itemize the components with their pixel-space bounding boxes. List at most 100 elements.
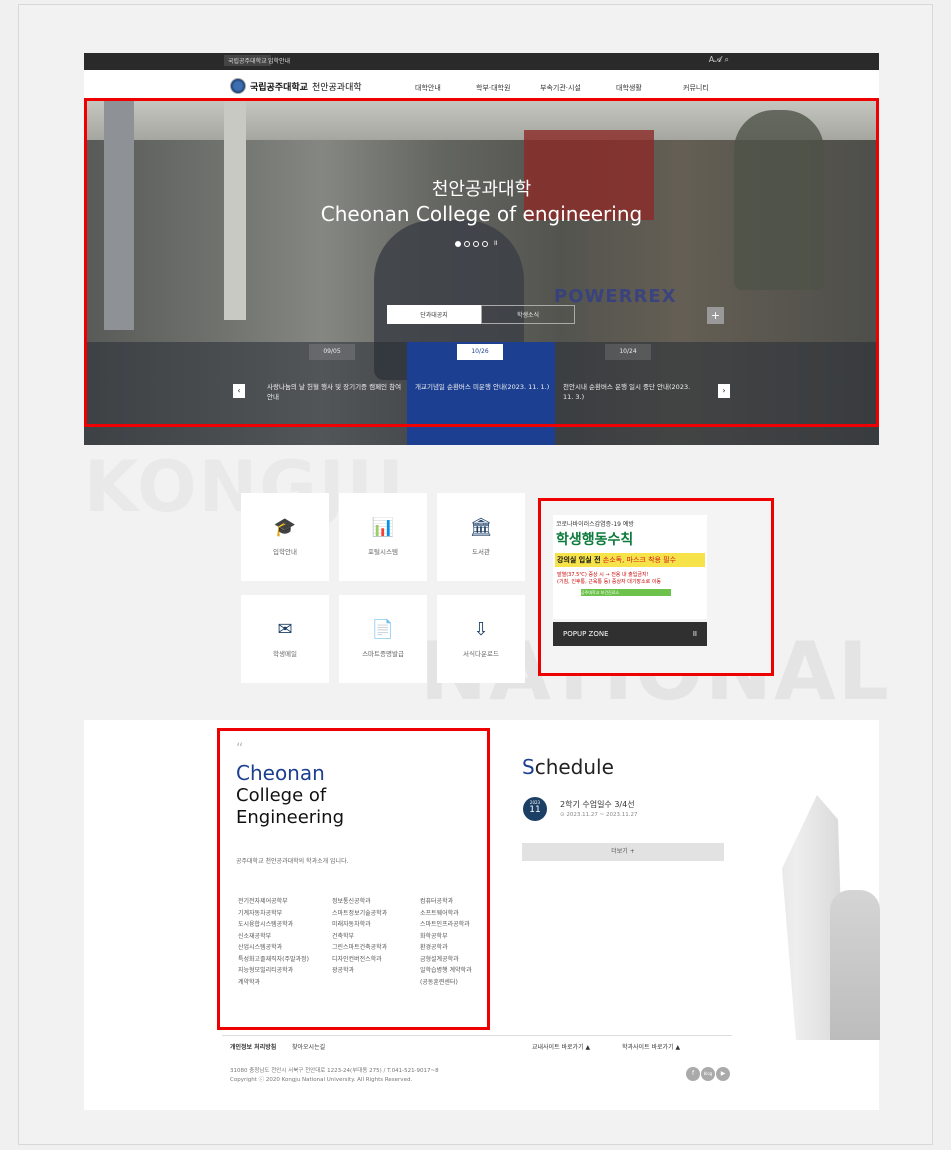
highlight-box-hero [84,98,879,427]
department-link[interactable]: 금형설계공학과 [420,954,472,966]
popup-tag: 공주대학교 보건진료소 [581,589,671,596]
footer-copyright: Copyright ⓒ 2020 Kongju National Univers… [230,1077,413,1083]
quicklink-student-mail[interactable]: ✉ 학생메일 [241,595,329,683]
schedule-title: Schedule [522,755,614,779]
popup-banner[interactable]: 코로나바이러스감염증-19 예방 학생행동수칙 강의실 입실 전 손소독, 마스… [553,515,707,619]
download-icon: ⇩ [473,619,489,640]
utility-link-admission[interactable]: 입학안내 [268,56,290,65]
menu-departments[interactable]: 학부·대학원 [476,83,510,93]
logo-college-name: 천안공과대학 [311,82,362,93]
popup-zone-label: POPUP ZONE [563,630,609,638]
quicklink-label: 도서관 [472,548,490,556]
schedule-period: ⊙ 2023.11.27 ~ 2023.11.27 [560,812,638,818]
popup-small-title: 코로나바이러스감염증-19 예방 [556,521,634,528]
footer-address-line: 31080 충청남도 천안시 서북구 천안대로 1223-24(부대동 275)… [230,1068,439,1074]
department-link[interactable]: 스마트정보기술공학과 [332,908,387,920]
active-notice-tail [407,427,555,445]
popup-footer: POPUP ZONE II [553,622,707,646]
schedule-month: 11 [529,805,541,815]
department-link[interactable]: 컴퓨터공학과 [420,896,472,908]
department-link[interactable]: 전기전자제어공학부 [238,896,309,908]
department-link[interactable]: 광공학과 [332,965,387,977]
department-column-1: 전기전자제어공학부 기계자동차공학부 도시융합시스템공학과 신소재공학부 산업시… [238,896,309,988]
popup-rule-b: 손소독, 마스크 착용 필수 [602,556,677,564]
footer-divider [222,1035,732,1036]
youtube-icon[interactable]: ▶ [716,1067,730,1081]
library-icon: 🏛 [469,517,493,538]
menu-campus-life[interactable]: 대학생활 [616,83,642,93]
department-link[interactable]: 기계자동차공학부 [238,908,309,920]
department-link[interactable]: 계약학과 [238,977,309,989]
college-departments-box: “ Cheonan College of Engineering 공주대학교 천… [217,728,490,1030]
schedule-title-initial: S [522,755,535,779]
quicklink-label: 스마트증명발급 [362,650,404,658]
department-link[interactable]: 산업시스템공학과 [238,942,309,954]
popup-rule: 강의실 입실 전 손소독, 마스크 착용 필수 [555,553,705,567]
facebook-icon[interactable]: f [686,1067,700,1081]
college-title-rest: College of Engineering [236,785,344,829]
mail-icon: ✉ [277,619,293,640]
footer-address: 31080 충청남도 천안시 서북구 천안대로 1223-24(부대동 275)… [230,1067,439,1085]
menu-about[interactable]: 대학안내 [415,83,441,93]
schedule-more-button[interactable]: 더보기 + [522,843,724,861]
college-title-line3: Engineering [236,807,344,828]
popup-rule-a: 강의실 입실 전 [557,556,601,564]
popup-pause-button[interactable]: II [693,622,697,646]
quicklink-forms-download[interactable]: ⇩ 서식다운로드 [437,595,525,683]
quicklink-admission[interactable]: 🎓 입학안내 [241,493,329,581]
menu-facilities[interactable]: 부속기관·시설 [540,83,581,93]
department-link[interactable]: 건축학부 [332,931,387,943]
certificate-icon: 📄 [371,619,395,640]
quicklink-label: 서식다운로드 [463,650,499,658]
department-link-sub[interactable]: (공동훈련센터) [420,977,472,989]
department-link[interactable]: 환경공학과 [420,942,472,954]
department-link[interactable]: 소프트웨어학과 [420,908,472,920]
main-navbar: 국립공주대학교 천안공과대학 대학안내 학부·대학원 부속기관·시설 대학생활 … [84,70,879,100]
font-search-tools[interactable]: A𝓐 ⌕ [709,55,729,65]
department-link[interactable]: 신소재공학부 [238,931,309,943]
blog-icon[interactable]: blog [701,1067,715,1081]
department-link[interactable]: 정보통신공학과 [332,896,387,908]
trees-illustration [830,890,880,1040]
department-link[interactable]: 스마트인프라공학과 [420,919,472,931]
schedule-event[interactable]: 2학기 수업일수 3/4선 [560,799,635,810]
college-title-cheonan: Cheonan [236,761,325,785]
site-logo[interactable]: 국립공주대학교 천안공과대학 [230,78,362,94]
utility-bar: 국립공주대학교 입학안내 A𝓐 ⌕ [84,53,879,70]
logo-university-name: 국립공주대학교 [250,82,308,93]
department-link[interactable]: 특성화고졸재직자(주말과정) [238,954,309,966]
department-link[interactable]: 그린스마트건축공학과 [332,942,387,954]
popup-big-title: 학생행동수칙 [556,532,634,548]
footer-campus-sites-select[interactable]: 교내사이트 바로가기 ▲ [532,1042,590,1051]
schedule-title-rest: chedule [534,755,614,779]
utility-link-university[interactable]: 국립공주대학교 [224,55,271,66]
footer-directions-link[interactable]: 찾아오시는길 [292,1042,325,1051]
department-link[interactable]: 도시융합시스템공학과 [238,919,309,931]
quote-mark: “ [236,741,244,757]
quicklink-certificate[interactable]: 📄 스마트증명발급 [339,595,427,683]
popup-note: 발열(37.5℃) 증상 시 → 전용 내 출입금지! (기침, 인후통, 근육… [557,572,662,585]
department-link[interactable]: 지능형모빌리티공학과 [238,965,309,977]
chart-monitor-icon: 📊 [371,517,395,538]
footer-privacy-link[interactable]: 개인정보 처리방침 [230,1042,276,1051]
quicklink-portal[interactable]: 📊 포털시스템 [339,493,427,581]
quicklink-library[interactable]: 🏛 도서관 [437,493,525,581]
menu-community[interactable]: 커뮤니티 [683,83,709,93]
department-link[interactable]: 디자인컨버전스학과 [332,954,387,966]
university-emblem-icon [230,78,246,94]
popup-zone: 코로나바이러스감염증-19 예방 학생행동수칙 강의실 입실 전 손소독, 마스… [538,498,774,676]
quicklink-label: 포털시스템 [368,548,398,556]
schedule-date-badge: 2023 11 [523,797,547,821]
college-description: 공주대학교 천안공과대학의 학과소개 입니다. [236,858,349,865]
department-column-2: 정보통신공학과 스마트정보기술공학과 미래자동차학과 건축학부 그린스마트건축공… [332,896,387,977]
department-link[interactable]: 미래자동차학과 [332,919,387,931]
college-title-line2: College of [236,785,327,806]
quicklink-label: 학생메일 [273,650,297,658]
quicklink-label: 입학안내 [273,548,297,556]
department-link[interactable]: 화학공학부 [420,931,472,943]
department-link[interactable]: 일학습병행 계약학과 [420,965,472,977]
department-column-3: 컴퓨터공학과 소프트웨어학과 스마트인프라공학과 화학공학부 환경공학과 금형설… [420,896,472,988]
footer-department-sites-select[interactable]: 학과사이트 바로가기 ▲ [622,1042,680,1051]
footer-sns: f blog ▶ [686,1067,730,1081]
graduation-cap-icon: 🎓 [273,517,297,538]
